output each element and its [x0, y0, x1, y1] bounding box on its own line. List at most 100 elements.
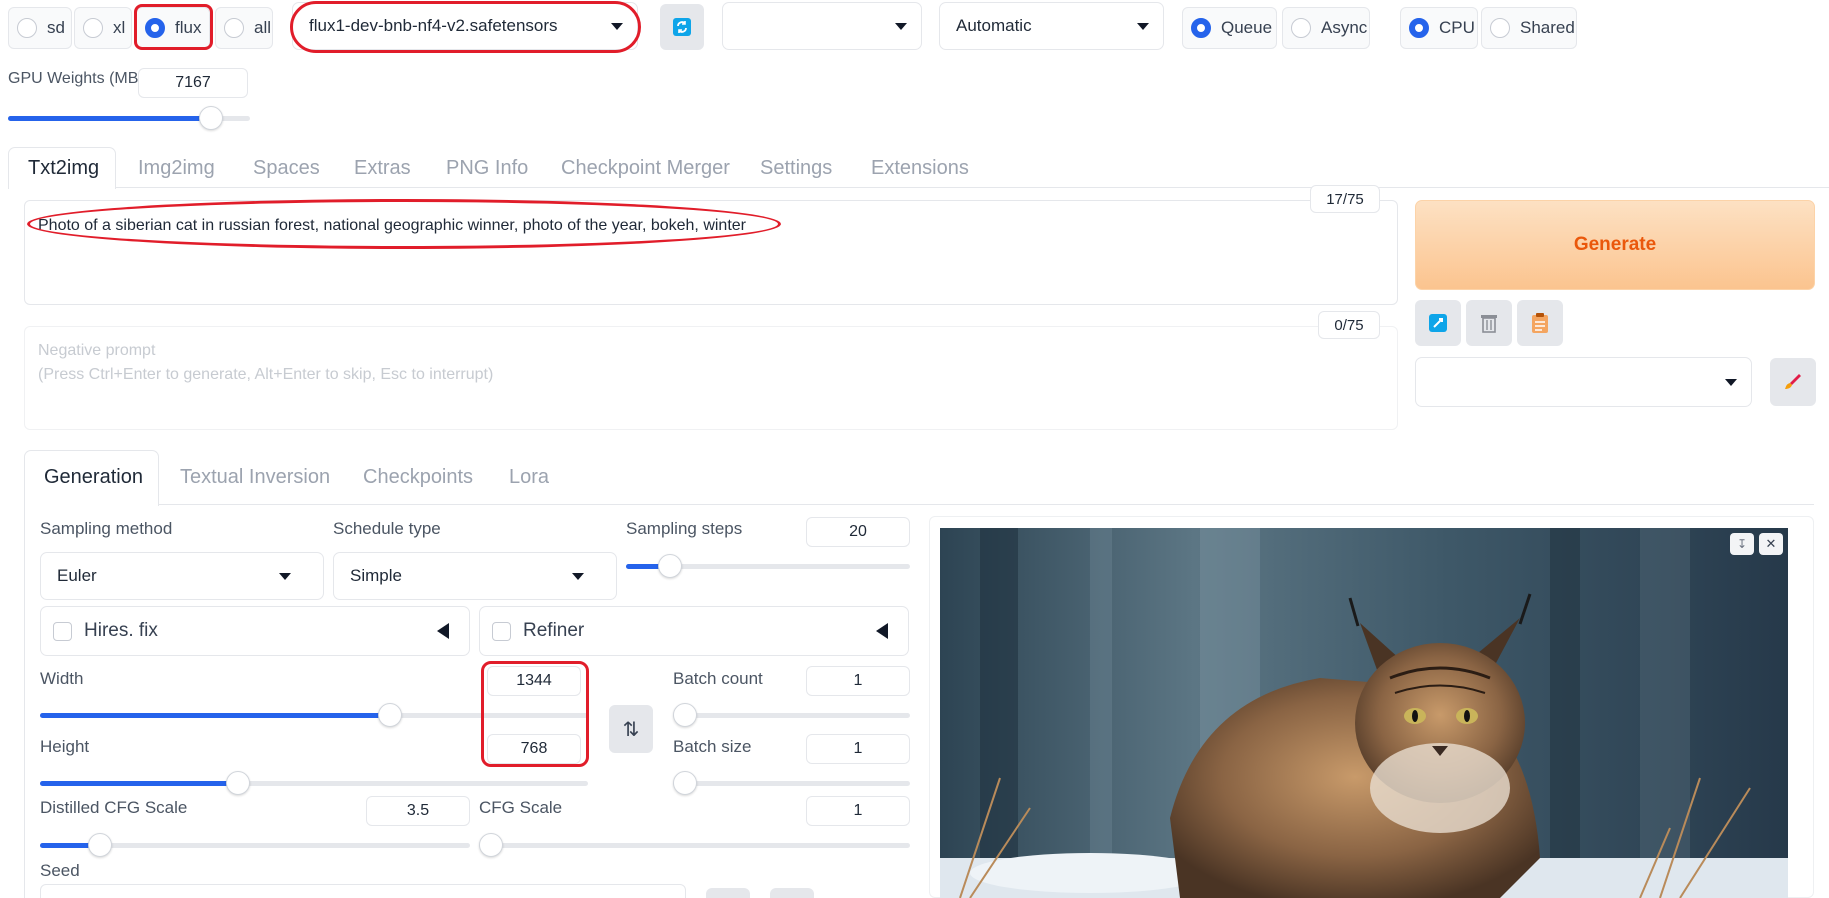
refiner-accordion[interactable]: Refiner [479, 606, 909, 656]
tab-extras[interactable]: Extras [354, 157, 411, 180]
tab-txt2img[interactable]: Txt2img [28, 157, 99, 180]
hires-fix-checkbox[interactable] [53, 621, 72, 641]
swap-dimensions-button[interactable]: ⇅ [609, 705, 653, 753]
swap-location-radio-shared[interactable]: Shared [1481, 7, 1577, 49]
tab-img2img[interactable]: Img2img [138, 157, 215, 180]
ui-radio-all[interactable]: all [215, 7, 273, 49]
height-slider-thumb[interactable] [226, 771, 250, 795]
gpu-weights-input[interactable]: 7167 [138, 68, 248, 98]
checkpoint-dropdown[interactable]: flux1-dev-bnb-nf4-v2.safetensors [292, 2, 638, 50]
tab-lora[interactable]: Lora [509, 466, 549, 489]
apply-styles-button[interactable] [1517, 300, 1563, 346]
sampling-steps-slider[interactable] [626, 554, 910, 578]
batch-count-slider[interactable] [673, 703, 910, 727]
radio-icon[interactable] [17, 18, 37, 38]
refresh-button[interactable] [660, 4, 704, 50]
height-label: Height [40, 737, 90, 756]
close-image-button[interactable]: ✕ [1759, 533, 1783, 555]
negative-prompt-placeholder-1: Negative prompt [38, 342, 156, 359]
swap-method-radio-async[interactable]: Async [1282, 7, 1370, 49]
chevron-down-icon [572, 573, 584, 580]
width-input[interactable]: 1344 [487, 666, 581, 696]
random-seed-button[interactable] [706, 888, 750, 898]
swap-arrows-icon: ⇅ [622, 718, 640, 741]
radio-icon[interactable] [1409, 18, 1429, 38]
radio-icon[interactable] [1490, 18, 1510, 38]
cfg-scale-slider[interactable] [479, 833, 910, 857]
radio-icon[interactable] [224, 18, 244, 38]
reuse-seed-button[interactable] [770, 888, 814, 898]
tab-generation[interactable]: Generation [44, 466, 143, 489]
batch-count-label: Batch count [673, 669, 763, 688]
cfg-scale-thumb[interactable] [479, 833, 503, 857]
diffusion-dtype-dropdown[interactable]: Automatic [939, 2, 1164, 50]
output-image[interactable] [940, 528, 1788, 898]
ui-radio-label: sd [47, 18, 65, 37]
generate-button[interactable]: Generate [1415, 200, 1815, 290]
styles-dropdown[interactable] [1415, 357, 1752, 407]
gpu-weights-label: GPU Weights (MB) [8, 70, 144, 87]
swap-location-radio-cpu[interactable]: CPU [1400, 7, 1478, 49]
tab-png-info[interactable]: PNG Info [446, 157, 528, 180]
chevron-down-icon [1137, 23, 1149, 30]
width-slider-thumb[interactable] [378, 703, 402, 727]
distilled-cfg-slider[interactable] [40, 833, 470, 857]
chevron-down-icon [279, 573, 291, 580]
clear-prompt-button[interactable] [1466, 300, 1512, 346]
ui-radio-sd[interactable]: sd [8, 7, 72, 49]
negative-token-counter: 0/75 [1318, 311, 1380, 339]
hires-fix-label: Hires. fix [84, 620, 158, 641]
batch-size-input[interactable]: 1 [806, 734, 910, 764]
sampling-method-value: Euler [57, 566, 97, 585]
paste-params-button[interactable] [1415, 300, 1461, 346]
radio-icon[interactable] [145, 18, 165, 38]
swap-method-radio-queue[interactable]: Queue [1182, 7, 1277, 49]
sampling-steps-input[interactable]: 20 [806, 517, 910, 547]
batch-count-thumb[interactable] [673, 703, 697, 727]
vae-dropdown[interactable] [722, 2, 922, 50]
swap-location-radio-label: CPU [1439, 18, 1475, 37]
ui-radio-label: xl [113, 18, 126, 37]
seed-input[interactable] [40, 884, 686, 898]
sampling-steps-thumb[interactable] [658, 554, 682, 578]
batch-size-slider[interactable] [673, 771, 910, 795]
cfg-scale-input[interactable]: 1 [806, 796, 910, 826]
ui-radio-xl[interactable]: xl [74, 7, 132, 49]
radio-icon[interactable] [1291, 18, 1311, 38]
width-slider[interactable] [40, 703, 588, 727]
tab-extensions[interactable]: Extensions [871, 157, 969, 180]
sampling-method-dropdown[interactable]: Euler [40, 552, 324, 600]
gpu-weights-slider-fill [8, 116, 212, 121]
radio-icon[interactable] [1191, 18, 1211, 38]
width-slider-fill [40, 713, 390, 718]
gpu-weights-slider-thumb[interactable] [199, 106, 224, 130]
tab-checkpoints[interactable]: Checkpoints [363, 466, 473, 489]
download-image-button[interactable]: ↧ [1730, 533, 1754, 555]
tab-textual-inversion[interactable]: Textual Inversion [180, 466, 330, 489]
prompt-text: Photo of a siberian cat in russian fores… [38, 217, 746, 234]
batch-count-input[interactable]: 1 [806, 666, 910, 696]
height-input[interactable]: 768 [487, 734, 581, 764]
schedule-type-dropdown[interactable]: Simple [333, 552, 617, 600]
radio-icon[interactable] [83, 18, 103, 38]
cfg-scale-label: CFG Scale [479, 798, 563, 817]
distilled-cfg-input[interactable]: 3.5 [366, 796, 470, 826]
prompt-textarea[interactable] [24, 200, 1398, 305]
refiner-checkbox[interactable] [492, 621, 511, 641]
width-label: Width [40, 669, 84, 688]
collapse-arrow-icon [876, 623, 888, 639]
schedule-type-label: Schedule type [333, 519, 441, 538]
distilled-cfg-thumb[interactable] [88, 833, 112, 857]
batch-size-thumb[interactable] [673, 771, 697, 795]
tab-spaces[interactable]: Spaces [253, 157, 320, 180]
ui-radio-flux[interactable]: flux [136, 7, 210, 49]
tab-checkpoint-merger[interactable]: Checkpoint Merger [561, 157, 730, 180]
trash-icon [1481, 315, 1497, 333]
height-slider[interactable] [40, 771, 588, 795]
edit-styles-button[interactable] [1770, 358, 1816, 406]
tab-settings[interactable]: Settings [760, 157, 832, 180]
swap-location-radio-label: Shared [1520, 18, 1575, 37]
checkpoint-value: flux1-dev-bnb-nf4-v2.safetensors [309, 16, 558, 35]
hires-fix-accordion[interactable]: Hires. fix [40, 606, 470, 656]
gpu-weights-slider[interactable] [8, 106, 250, 130]
